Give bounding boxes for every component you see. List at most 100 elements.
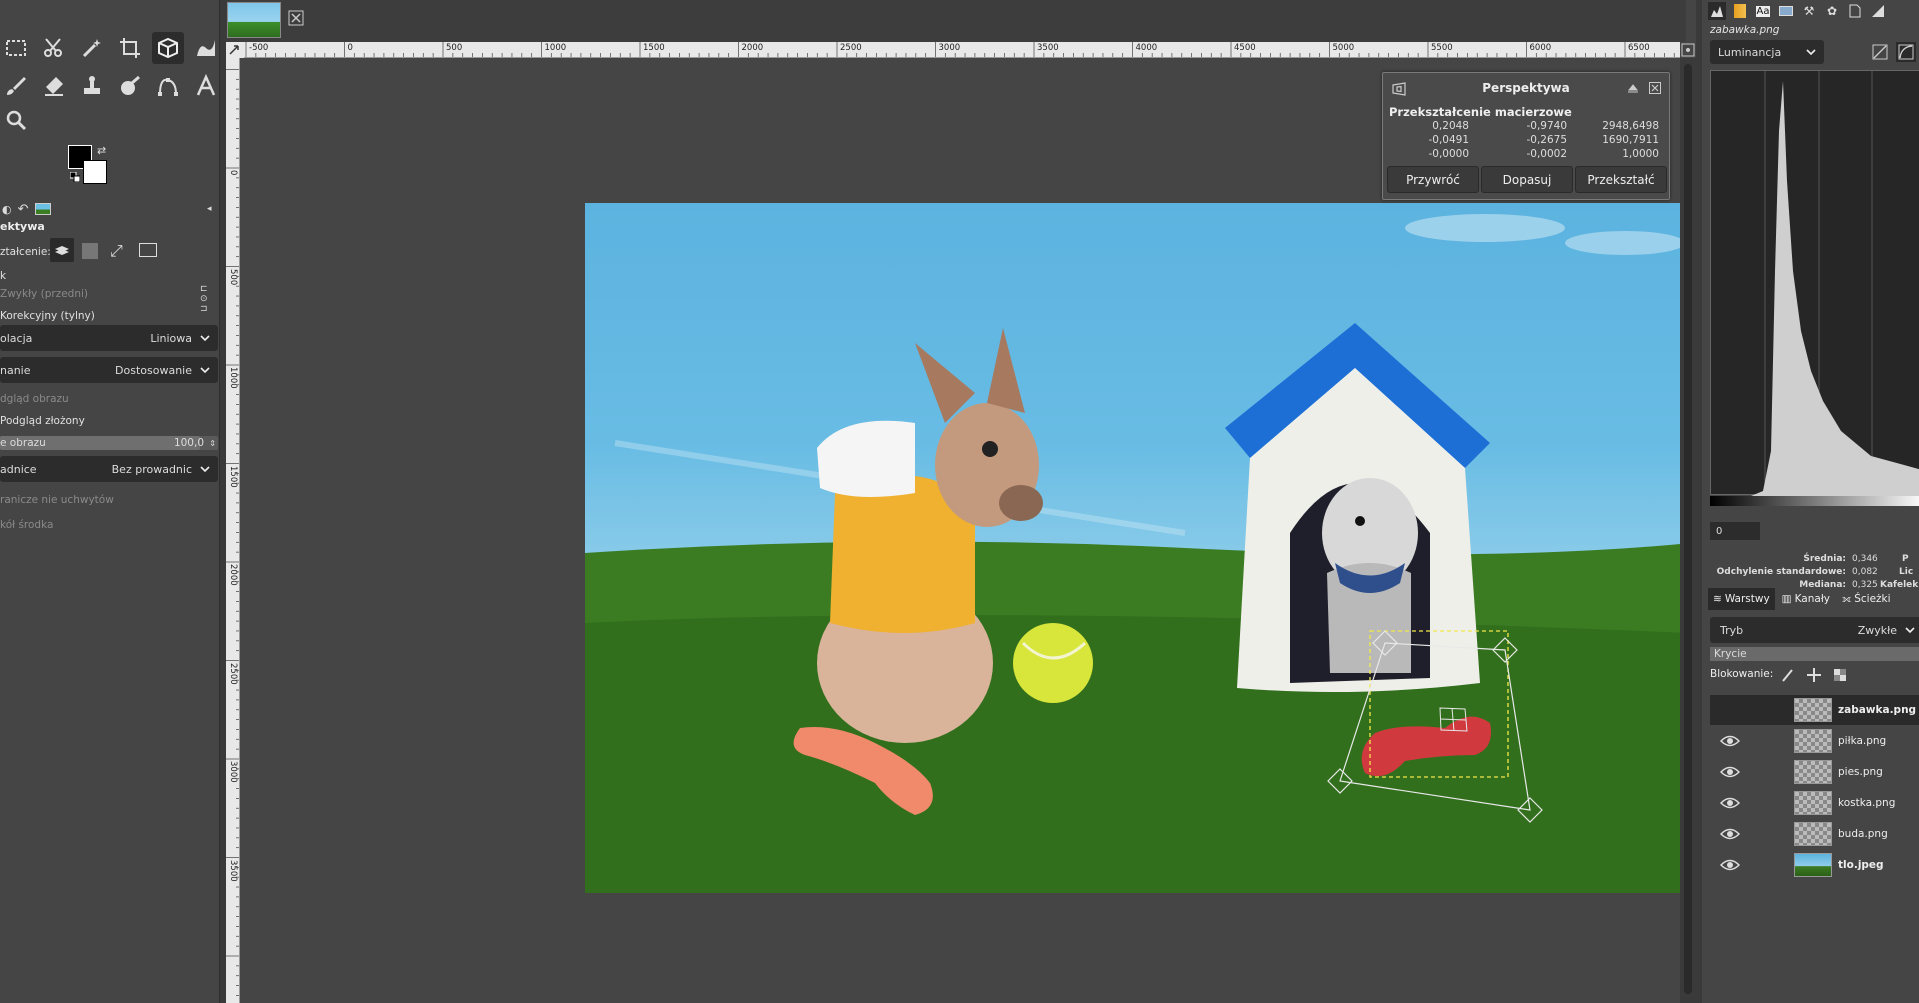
- channels-tab[interactable]: ▥ Kanały: [1777, 588, 1835, 610]
- lock-position-icon[interactable]: [1806, 667, 1822, 683]
- layer-name[interactable]: pies.png: [1838, 766, 1883, 778]
- close-icon[interactable]: [288, 10, 304, 26]
- lock-alpha-icon[interactable]: [1832, 667, 1848, 683]
- composited-preview-checkbox[interactable]: Podgląd złożony: [0, 415, 85, 427]
- eye-icon[interactable]: [1720, 858, 1740, 872]
- linear-histogram-icon[interactable]: [1870, 42, 1890, 62]
- transform-path-icon[interactable]: ⤢: [110, 241, 123, 261]
- paths-icon: ⟗: [1842, 592, 1852, 605]
- stat-stddev-label: Odchylenie standardowe:: [1716, 567, 1846, 577]
- direction-chain-icon[interactable]: ⊏ ⊙ ⊐: [200, 284, 208, 314]
- layer-name[interactable]: kostka.png: [1838, 797, 1895, 809]
- direction-normal-radio[interactable]: Zwykły (przedni): [0, 288, 88, 300]
- layer-row[interactable]: zabawka.png: [1710, 695, 1919, 725]
- image-canvas[interactable]: [585, 203, 1691, 893]
- around-center-checkbox[interactable]: kół środka: [0, 519, 53, 531]
- matrix-cell: 0,2048: [1432, 120, 1469, 132]
- layer-row[interactable]: buda.png: [1710, 819, 1919, 849]
- vertical-scrollbar[interactable]: [1680, 58, 1696, 1003]
- configure-tab-icon[interactable]: ◂: [207, 204, 212, 214]
- layer-name[interactable]: tlo.jpeg: [1838, 859, 1884, 871]
- vertical-ruler[interactable]: 0 500 1000 1500 2000 2500 3000 3500: [226, 58, 240, 1003]
- swap-colors-icon[interactable]: ⇄: [97, 144, 106, 157]
- warp-tool[interactable]: [190, 32, 222, 64]
- eye-icon[interactable]: [1720, 827, 1740, 841]
- histogram-graph[interactable]: [1710, 70, 1919, 496]
- undo-history-tab-icon[interactable]: ↶: [18, 202, 29, 217]
- histogram-tab-icon[interactable]: [1708, 2, 1726, 20]
- dog-muzzle: [999, 485, 1043, 521]
- guides-combo[interactable]: adnice Bez prowadnic: [0, 456, 218, 482]
- matrix-cell: -0,0002: [1526, 148, 1567, 160]
- tool-options-tab-icon[interactable]: ◐: [2, 203, 12, 216]
- layer-row[interactable]: pies.png: [1710, 757, 1919, 787]
- spin-arrows-icon[interactable]: ⇕: [209, 439, 216, 448]
- brushes-tab-icon[interactable]: [1777, 2, 1795, 20]
- gradient-tab-icon[interactable]: [1869, 2, 1887, 20]
- layer-row[interactable]: kostka.png: [1710, 788, 1919, 818]
- layer-row[interactable]: piłka.png: [1710, 726, 1919, 756]
- layer-opacity-slider[interactable]: Krycie: [1710, 647, 1919, 661]
- smudge-tool[interactable]: [114, 70, 146, 102]
- fonts-tab-icon[interactable]: Aa: [1754, 2, 1772, 20]
- crop-tool[interactable]: [114, 32, 146, 64]
- close-icon[interactable]: [1649, 82, 1661, 94]
- dynamics-tab-icon[interactable]: ✿: [1823, 2, 1841, 20]
- text-tool[interactable]: [190, 70, 222, 102]
- histogram-gradient[interactable]: [1710, 496, 1919, 506]
- clone-tool[interactable]: [76, 70, 108, 102]
- transform-button[interactable]: Przekształć: [1575, 166, 1667, 193]
- eye-icon[interactable]: [1720, 796, 1740, 810]
- interpolation-combo[interactable]: olacja Liniowa: [0, 325, 218, 351]
- navigate-icon[interactable]: [1680, 42, 1696, 58]
- clipping-combo[interactable]: nanie Dostosowanie: [0, 357, 218, 383]
- ruler-corner[interactable]: [226, 42, 244, 58]
- layers-tab[interactable]: ≋ Warstwy: [1708, 588, 1775, 610]
- cloud-shape: [1405, 214, 1565, 242]
- eye-icon[interactable]: [1720, 734, 1740, 748]
- layer-row[interactable]: tlo.jpeg: [1710, 850, 1919, 880]
- direction-corrective-radio[interactable]: Korekcyjny (tylny): [0, 310, 95, 322]
- histogram-channel-combo[interactable]: Luminancja: [1710, 40, 1824, 64]
- layer-thumbnail: [1794, 729, 1832, 753]
- matrix-title: Przekształcenie macierzowe: [1389, 105, 1572, 119]
- stat-extra: P: [1902, 554, 1909, 564]
- log-histogram-icon[interactable]: [1896, 42, 1916, 62]
- transform-layer-icon[interactable]: [50, 238, 74, 262]
- layer-name[interactable]: zabawka.png: [1838, 704, 1916, 716]
- show-image-preview-checkbox[interactable]: dgląd obrazu: [0, 393, 69, 405]
- image-tab-bar: [226, 0, 1686, 42]
- images-tab-icon[interactable]: [34, 203, 51, 215]
- layer-name[interactable]: piłka.png: [1838, 735, 1886, 747]
- paintbrush-tool[interactable]: [0, 70, 32, 102]
- image-tab-thumbnail[interactable]: [227, 2, 281, 38]
- eraser-tool[interactable]: [38, 70, 70, 102]
- image-opacity-slider[interactable]: e obrazu 100,0 ⇕: [0, 436, 218, 450]
- scrollbar-thumb[interactable]: [1684, 64, 1692, 994]
- rect-select-tool[interactable]: [0, 32, 32, 64]
- document-tab-icon[interactable]: [1846, 2, 1864, 20]
- reset-button[interactable]: Przywróć: [1387, 166, 1479, 193]
- pattern-tab-icon[interactable]: [1731, 2, 1749, 20]
- paths-tab[interactable]: ⟗ Ścieżki: [1837, 588, 1896, 610]
- range-low-input[interactable]: 0: [1710, 522, 1760, 540]
- pin-icon[interactable]: [1627, 82, 1639, 94]
- transform-selection-icon[interactable]: [82, 243, 98, 259]
- layer-mode-combo[interactable]: Tryb Zwykłe: [1710, 617, 1919, 643]
- reset-colors-icon[interactable]: [70, 172, 80, 182]
- eye-icon[interactable]: [1720, 765, 1740, 779]
- constrain-handles-checkbox[interactable]: ranicze nie uchwytów: [0, 494, 114, 506]
- zoom-tool[interactable]: [0, 104, 32, 136]
- histogram-filename: zabawka.png: [1710, 24, 1780, 36]
- perspective-tool[interactable]: [152, 32, 184, 64]
- tool-presets-tab-icon[interactable]: ⚒: [1800, 2, 1818, 20]
- background-color[interactable]: [83, 160, 107, 184]
- layer-name[interactable]: buda.png: [1838, 828, 1888, 840]
- horizontal-ruler[interactable]: -500 0 500 1000 1500 2000 2500 3000 3500 4000 4500…: [244, 42, 1680, 58]
- scissors-tool[interactable]: [38, 32, 70, 64]
- lock-pixels-icon[interactable]: [1780, 667, 1796, 683]
- readjust-button[interactable]: Dopasuj: [1481, 166, 1573, 193]
- fuzzy-select-tool[interactable]: [76, 32, 108, 64]
- paths-tool[interactable]: [152, 70, 184, 102]
- transform-image-icon[interactable]: [139, 243, 157, 257]
